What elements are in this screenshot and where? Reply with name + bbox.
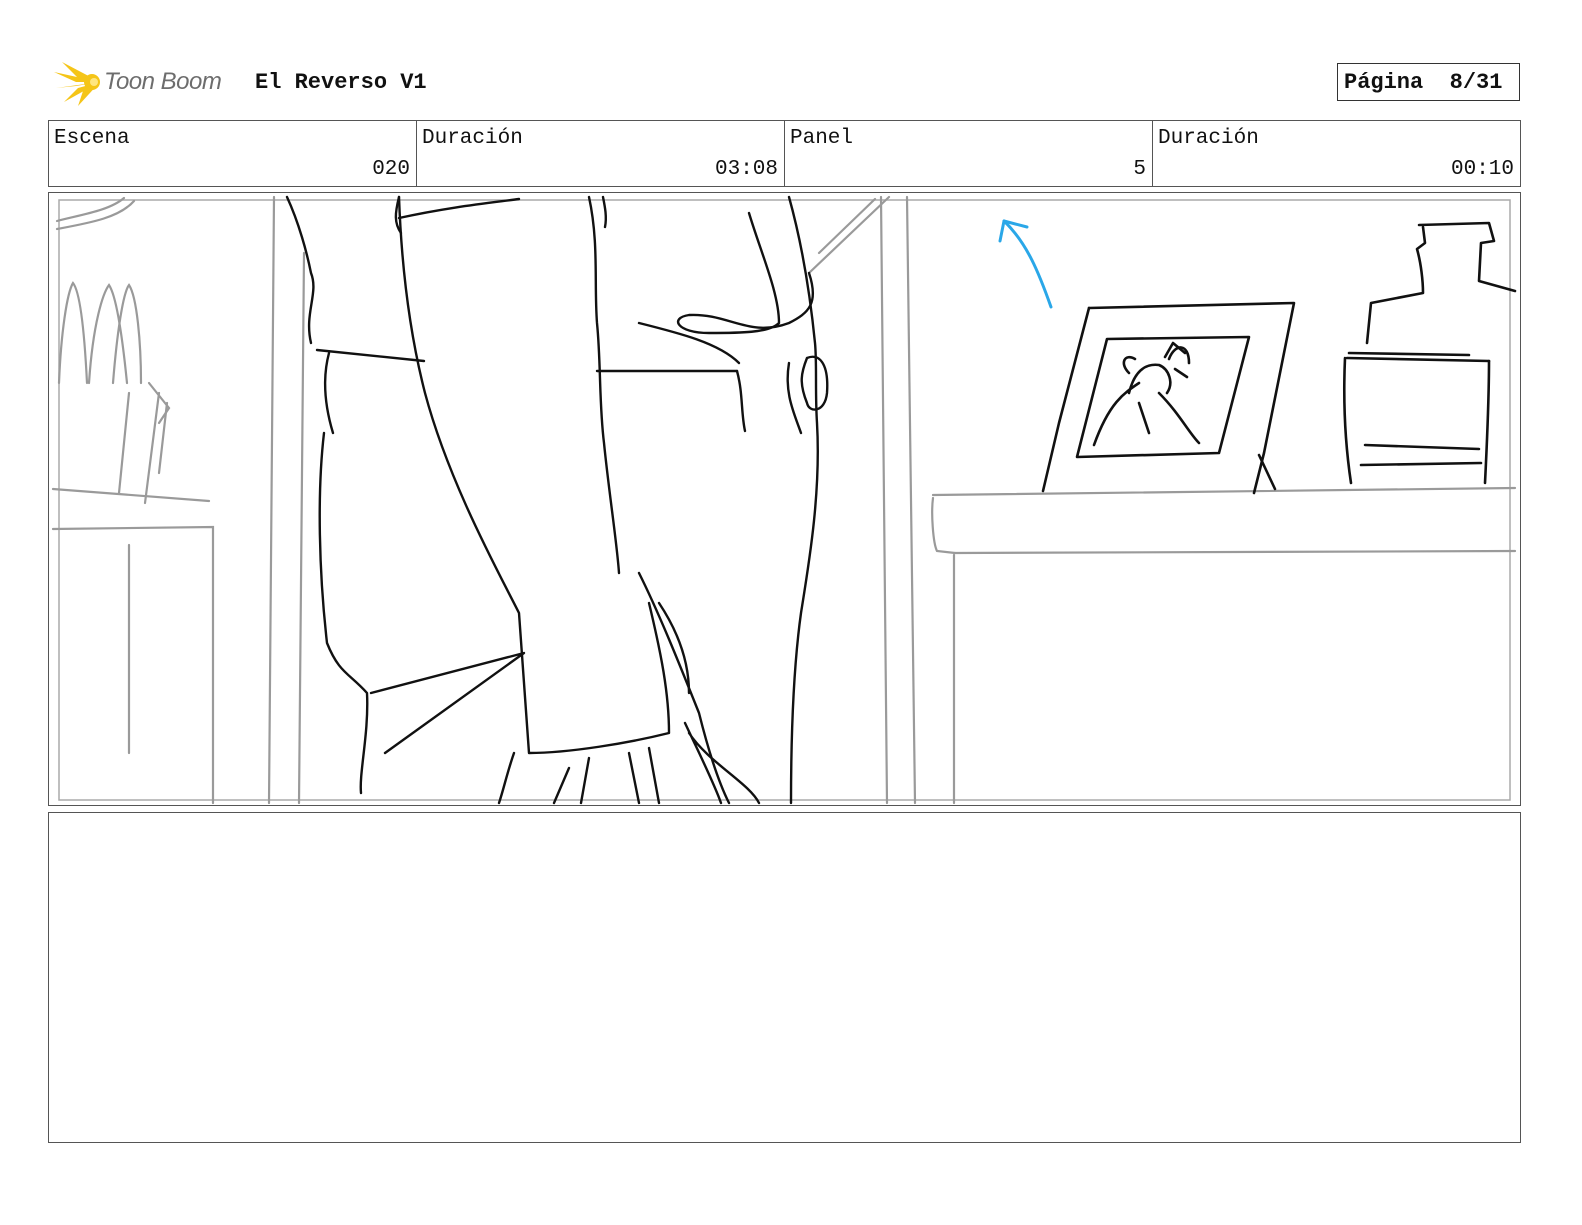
page-header: Toon Boom El Reverso V1 Página 8/31: [52, 58, 1542, 108]
panel-label: Panel: [790, 127, 854, 150]
scene-cell: Escena 020: [49, 121, 417, 186]
camera-arrow-icon: [998, 219, 1053, 309]
page-indicator: Página 8/31: [1337, 63, 1520, 101]
panel-duration-value: 00:10: [1450, 158, 1514, 181]
scene-label: Escena: [54, 127, 130, 150]
project-title: El Reverso V1: [255, 70, 427, 95]
notes-area: [48, 812, 1521, 1143]
panel-cell: Panel 5: [785, 121, 1153, 186]
page-number: 8/31: [1449, 70, 1503, 95]
scene-duration-label: Duración: [422, 127, 523, 150]
scene-duration-value: 03:08: [714, 158, 778, 181]
scene-duration-cell: Duración 03:08: [417, 121, 785, 186]
scene-value: 020: [372, 158, 410, 181]
panel-value: 5: [1133, 158, 1146, 181]
panel-duration-label: Duración: [1158, 127, 1259, 150]
starburst-icon: [54, 62, 100, 106]
panel-info-row: Escena 020 Duración 03:08 Panel 5 Duraci…: [48, 120, 1521, 187]
toon-boom-logo: Toon Boom: [52, 58, 242, 108]
page-label: Página: [1344, 70, 1424, 95]
sketch-drawing: [51, 195, 1517, 805]
logo-text: Toon Boom: [104, 68, 222, 95]
panel-duration-cell: Duración 00:10: [1153, 121, 1520, 186]
storyboard-frame: [48, 192, 1521, 806]
